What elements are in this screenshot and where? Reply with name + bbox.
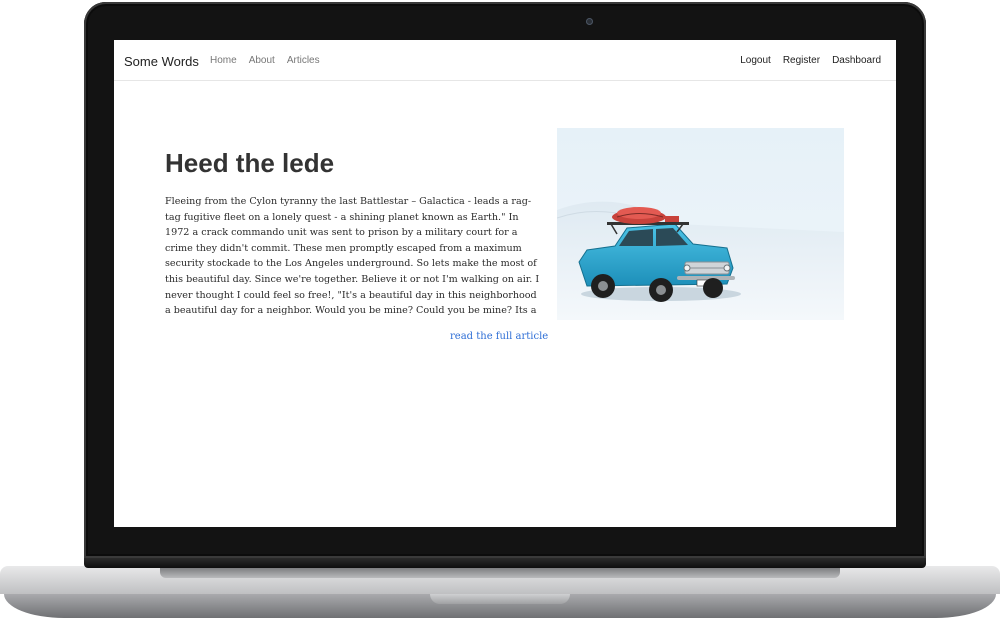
read-full-article-link[interactable]: read the full article <box>450 331 548 342</box>
primary-nav: Home About Articles <box>210 55 320 66</box>
browser-viewport: Some Words Home About Articles Logout Re… <box>114 40 896 527</box>
top-navbar: Some Words Home About Articles Logout Re… <box>114 40 896 81</box>
lid-opening-notch <box>430 594 570 604</box>
laptop-hinge <box>84 558 926 568</box>
laptop-base <box>0 558 1000 622</box>
nav-articles[interactable]: Articles <box>287 55 320 66</box>
article-title: Heed the lede <box>165 148 335 178</box>
featured-article: Heed the lede Fleeing from the Cylon tyr… <box>114 81 896 527</box>
account-nav: Logout Register Dashboard <box>740 55 881 66</box>
keyboard-edge <box>160 568 840 578</box>
article-hero-image: KI <box>557 128 844 320</box>
nav-about[interactable]: About <box>249 55 275 66</box>
nav-logout[interactable]: Logout <box>740 55 771 66</box>
nav-home[interactable]: Home <box>210 55 237 66</box>
nav-dashboard[interactable]: Dashboard <box>832 55 881 66</box>
brand-logo[interactable]: Some Words <box>124 54 199 69</box>
nav-register[interactable]: Register <box>783 55 820 66</box>
webcam-icon <box>586 18 593 25</box>
article-excerpt: Fleeing from the Cylon tyranny the last … <box>165 196 540 317</box>
